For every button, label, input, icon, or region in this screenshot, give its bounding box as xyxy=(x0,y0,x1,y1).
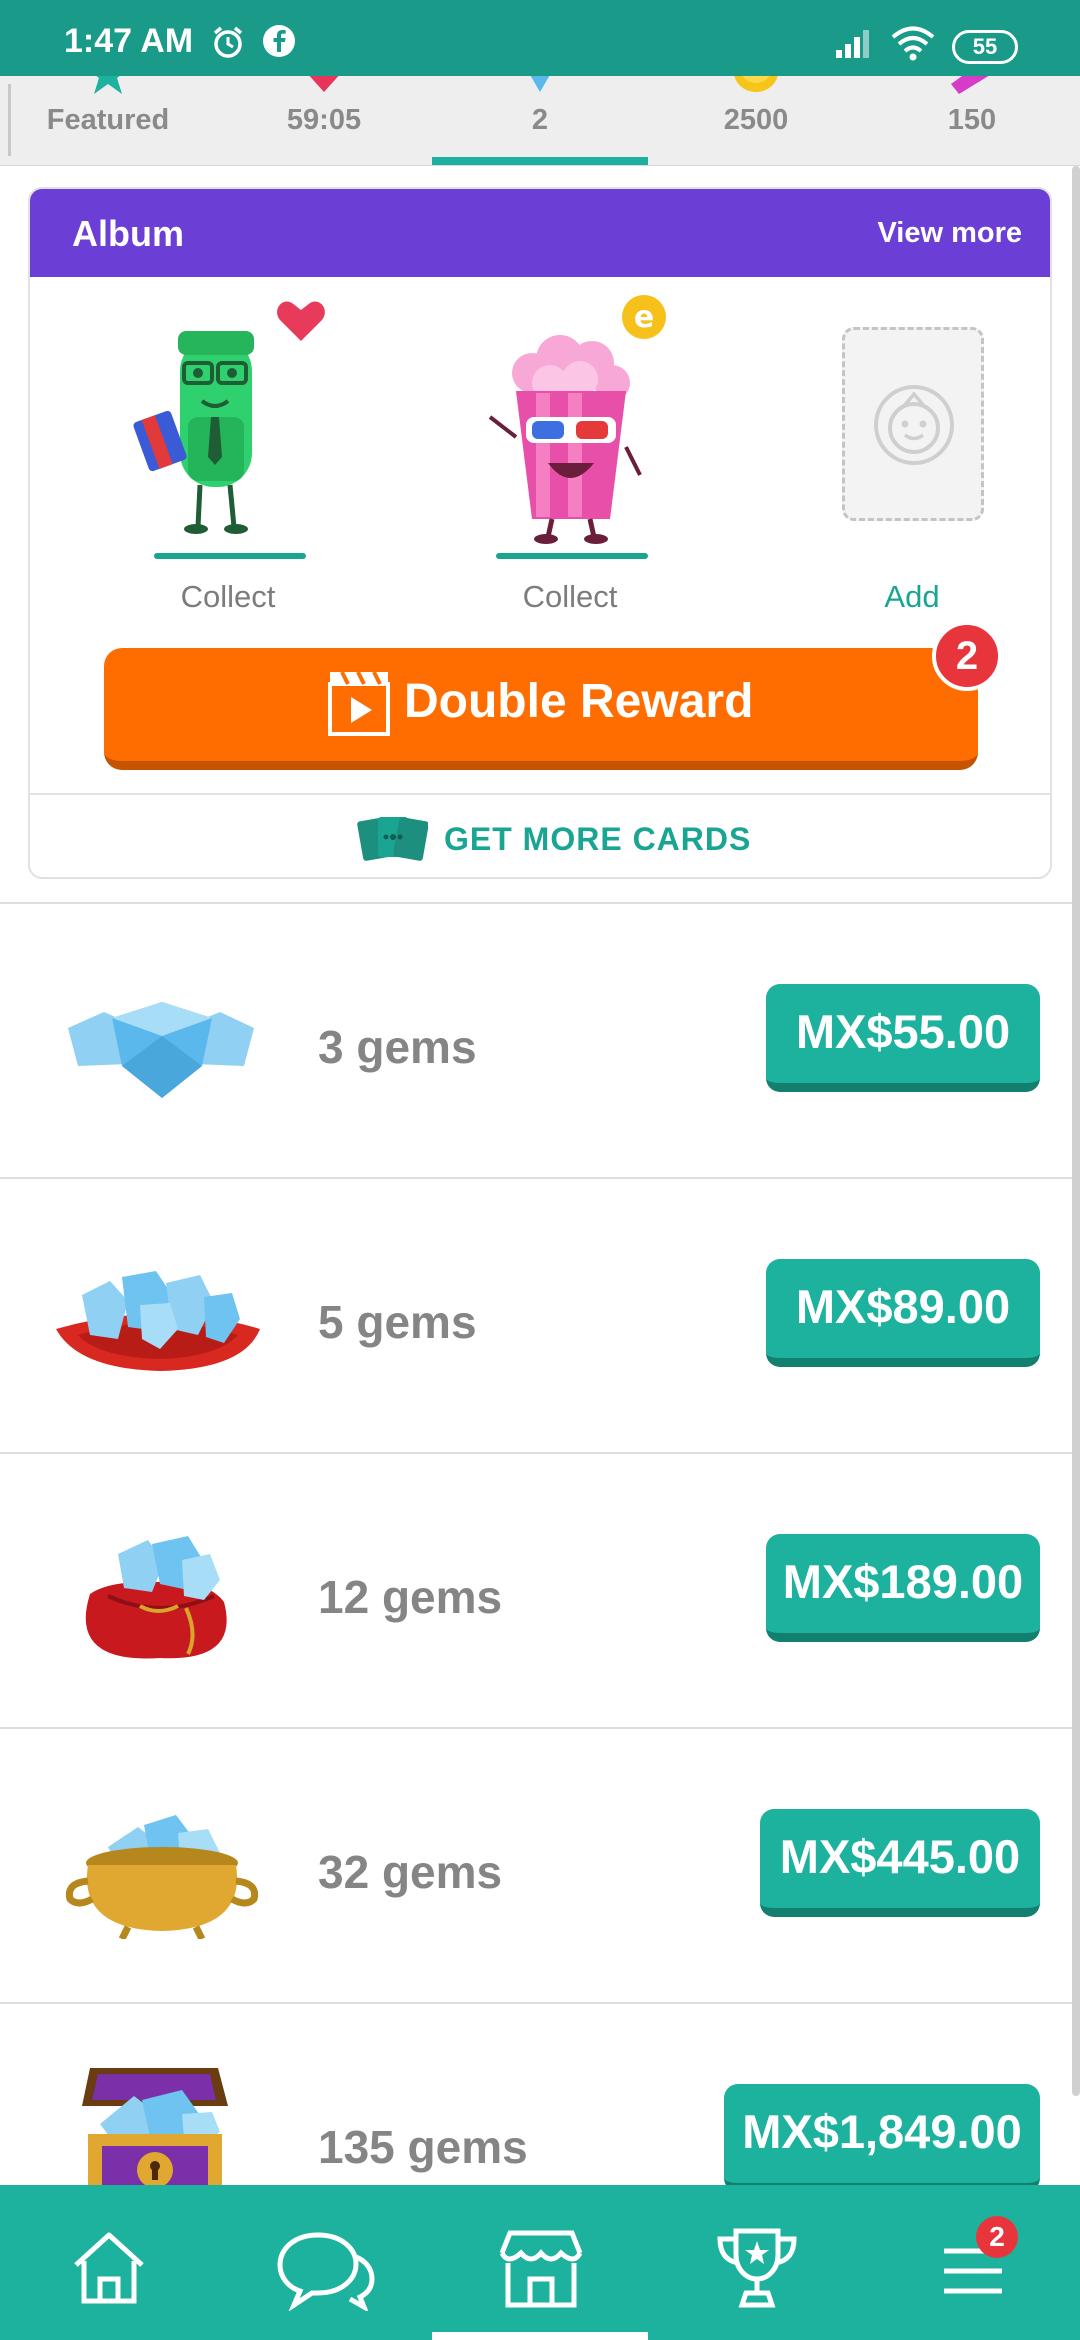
active-nav-indicator xyxy=(432,2332,648,2340)
wifi-icon xyxy=(891,26,935,61)
gems-on-cushion-icon xyxy=(56,1271,260,1371)
nav-trophy[interactable] xyxy=(702,2221,812,2311)
gem-amount: 3 gems xyxy=(318,1021,477,1073)
gem-package-row[interactable]: 32 gems MX$445.00 xyxy=(0,1727,1080,2002)
entertainment-badge-icon: e xyxy=(617,290,671,344)
star-icon xyxy=(94,76,122,94)
tab-gems[interactable]: 2 xyxy=(432,76,648,165)
slot-label[interactable]: Collect xyxy=(460,579,680,615)
view-more-link[interactable]: View more xyxy=(877,217,1022,250)
video-icon xyxy=(328,671,390,736)
tab-label: Featured xyxy=(46,104,170,136)
gem-package-list: 3 gems MX$55.00 5 gems MX$89.00 12 gems … xyxy=(0,902,1080,2277)
tab-tickets[interactable]: 150 xyxy=(864,76,1080,165)
active-tab-indicator xyxy=(432,157,648,165)
gem-icon xyxy=(530,76,550,92)
gem-amount: 32 gems xyxy=(318,1846,503,1898)
battery-icon: 55 xyxy=(952,30,1018,64)
trivia-face-icon xyxy=(874,385,954,465)
buy-button[interactable]: MX$445.00 xyxy=(760,1809,1040,1917)
gem-sack-icon xyxy=(85,1536,227,1659)
album-card: Album View more Collect e Collect Add Do… xyxy=(28,187,1052,879)
gem-amount: 5 gems xyxy=(318,1296,477,1348)
buy-button[interactable]: MX$189.00 xyxy=(766,1534,1040,1642)
home-icon xyxy=(74,2232,144,2304)
currency-tab-strip: Featured 59:05 2 2500 150 xyxy=(0,76,1080,166)
shop-icon xyxy=(499,2230,583,2308)
alarm-icon xyxy=(213,26,243,58)
status-time: 1:47 AM xyxy=(64,22,194,60)
signal-icon xyxy=(836,30,869,58)
album-slot-3[interactable]: Add xyxy=(802,297,1022,617)
three-gems-icon xyxy=(68,1002,254,1098)
buy-button[interactable]: MX$1,849.00 xyxy=(724,2084,1040,2192)
menu-notification-badge: 2 xyxy=(976,2216,1018,2258)
tab-label: 59:05 xyxy=(286,104,362,136)
scrollbar[interactable] xyxy=(1072,166,1080,2096)
nav-shop[interactable] xyxy=(486,2221,596,2311)
tab-label: 150 xyxy=(947,104,997,136)
empty-card-slot[interactable] xyxy=(842,327,984,521)
trophy-icon xyxy=(717,2228,797,2308)
tab-label: 2500 xyxy=(723,104,789,136)
tab-lives[interactable]: 59:05 xyxy=(216,76,432,165)
facebook-icon xyxy=(263,25,295,57)
status-bar: 1:47 AM 55 xyxy=(0,0,1080,76)
cards-icon xyxy=(357,817,428,861)
gem-package-row[interactable]: 3 gems MX$55.00 xyxy=(0,902,1080,1177)
collect-progress-bar xyxy=(496,553,648,559)
album-title: Album xyxy=(72,213,184,254)
gem-amount: 12 gems xyxy=(318,1571,503,1623)
double-reward-label: Double Reward xyxy=(404,675,754,728)
gem-pot-icon xyxy=(65,1815,259,1939)
ticket-icon xyxy=(951,76,989,94)
get-more-cards-label: GET MORE CARDS xyxy=(444,821,752,857)
album-header: Album View more xyxy=(30,189,1050,277)
gem-package-row[interactable]: 12 gems MX$189.00 xyxy=(0,1452,1080,1727)
svg-text:e: e xyxy=(634,300,654,335)
gem-package-row[interactable]: 5 gems MX$89.00 xyxy=(0,1177,1080,1452)
chat-icon xyxy=(277,2232,375,2313)
nav-home[interactable] xyxy=(54,2221,164,2311)
slot-label[interactable]: Collect xyxy=(118,579,338,615)
get-more-cards-button[interactable]: GET MORE CARDS xyxy=(30,793,1050,877)
add-card-label[interactable]: Add xyxy=(802,579,1022,615)
heart-badge-icon xyxy=(271,289,331,349)
gem-amount: 135 gems xyxy=(318,2121,528,2173)
bottom-navigation xyxy=(0,2185,1080,2340)
tab-featured[interactable]: Featured xyxy=(0,76,216,165)
coin-icon xyxy=(734,76,778,92)
tab-coins[interactable]: 2500 xyxy=(648,76,864,165)
album-slot-2[interactable]: e Collect xyxy=(460,290,680,617)
tab-label: 2 xyxy=(531,104,549,136)
heart-icon xyxy=(309,76,339,92)
album-slot-1[interactable]: Collect xyxy=(118,289,338,617)
collect-progress-bar xyxy=(154,553,306,559)
double-reward-badge: 2 xyxy=(932,621,1002,691)
buy-button[interactable]: MX$89.00 xyxy=(766,1259,1040,1367)
buy-button[interactable]: MX$55.00 xyxy=(766,984,1040,1092)
double-reward-button[interactable]: Double Reward xyxy=(104,648,978,770)
nav-chat[interactable] xyxy=(270,2221,380,2313)
